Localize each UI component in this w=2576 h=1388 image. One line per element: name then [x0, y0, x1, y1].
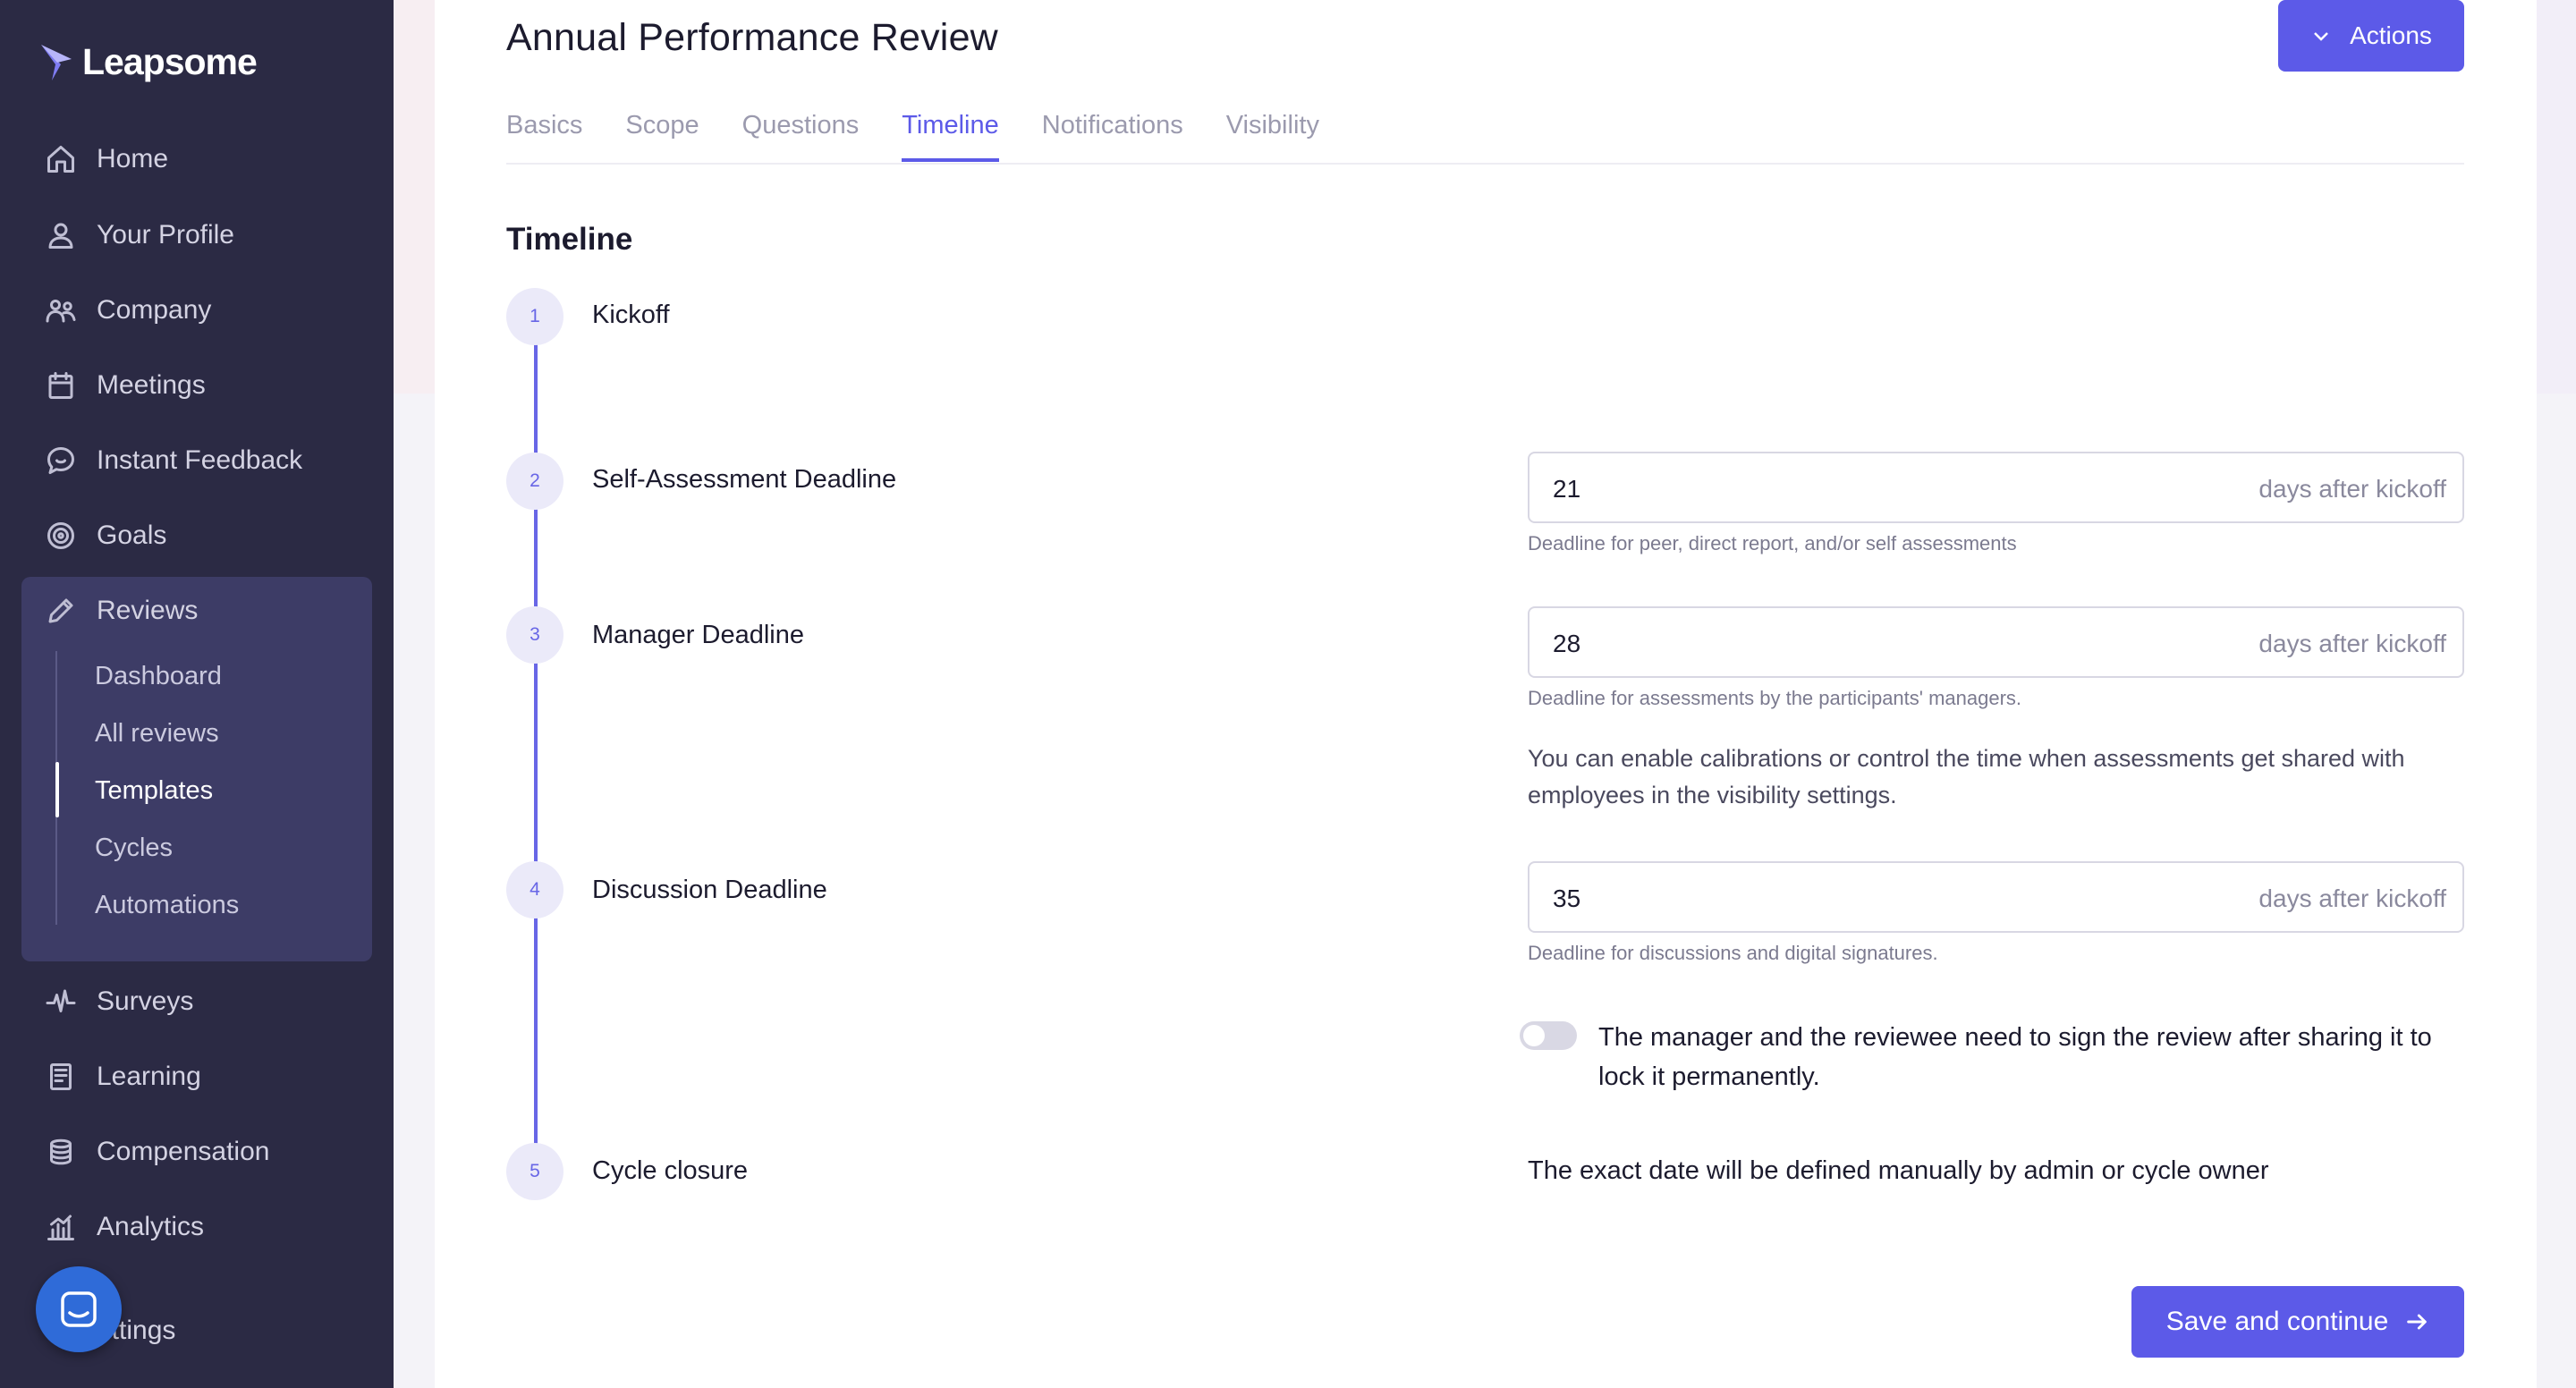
- sidebar-item-label: Company: [97, 295, 212, 325]
- discussion-days-input[interactable]: 35 days after kickoff: [1528, 861, 2464, 933]
- section-title: Timeline: [506, 222, 633, 257]
- brand-name: Leapsome: [82, 41, 258, 82]
- leapsome-bird-icon: [41, 44, 72, 80]
- tab-timeline[interactable]: Timeline: [902, 111, 999, 162]
- page-title: Annual Performance Review: [506, 16, 998, 59]
- sidebar-subitem-cycles[interactable]: Cycles: [95, 834, 173, 863]
- chart-icon: [47, 1214, 74, 1240]
- cycle-closure-note: The exact date will be defined manually …: [1528, 1156, 2269, 1185]
- timeline-connector: [534, 313, 538, 1172]
- actions-button-label: Actions: [2350, 21, 2432, 49]
- self-assessment-days-input[interactable]: 21 days after kickoff: [1528, 452, 2464, 523]
- sidebar-subitem-automations[interactable]: Automations: [95, 891, 239, 920]
- input-suffix: days after kickoff: [2258, 475, 2446, 503]
- manager-days-input[interactable]: 28 days after kickoff: [1528, 606, 2464, 678]
- sidebar-item-label: Learning: [97, 1062, 201, 1091]
- tab-scope[interactable]: Scope: [625, 111, 699, 162]
- pencil-icon: [48, 598, 73, 623]
- sidebar-item-label: Goals: [97, 520, 167, 550]
- coins-icon: [50, 1138, 72, 1165]
- save-and-continue-button[interactable]: Save and continue: [2131, 1286, 2464, 1358]
- chat-widget-icon: [61, 1291, 97, 1327]
- input-suffix: days after kickoff: [2258, 630, 2446, 657]
- sidebar-item-meetings[interactable]: Meetings: [45, 369, 206, 402]
- step-label-kickoff: Kickoff: [592, 300, 670, 329]
- step-number-badge: 4: [506, 861, 564, 918]
- sidebar-item-reviews[interactable]: Reviews: [45, 595, 198, 627]
- helper-text: Deadline for assessments by the particip…: [1528, 687, 2022, 709]
- sidebar-item-goals[interactable]: Goals: [45, 520, 166, 552]
- helper-text: Deadline for peer, direct report, and/or…: [1528, 532, 2017, 554]
- sidebar-item-label: Meetings: [97, 370, 206, 400]
- tab-visibility[interactable]: Visibility: [1226, 111, 1319, 162]
- brand-logo[interactable]: Leapsome: [39, 41, 258, 83]
- sidebar-item-learning[interactable]: Learning: [45, 1061, 201, 1093]
- sidebar-item-label: Reviews: [97, 596, 199, 625]
- target-icon: [47, 522, 74, 549]
- input-value: 21: [1553, 475, 1581, 503]
- sidebar-item-compensation[interactable]: Compensation: [45, 1136, 269, 1168]
- users-icon: [46, 300, 76, 323]
- step-label-self-assessment: Self-Assessment Deadline: [592, 465, 897, 494]
- submenu-active-indicator: [55, 762, 59, 817]
- step-label-cycle-closure: Cycle closure: [592, 1156, 749, 1185]
- arrow-right-icon: [2407, 1314, 2428, 1330]
- sidebar-subitem-templates[interactable]: Templates: [95, 776, 213, 806]
- step-label-discussion: Discussion Deadline: [592, 876, 827, 904]
- sidebar-item-company[interactable]: Company: [45, 294, 211, 326]
- tab-bar: Basics Scope Questions Timeline Notifica…: [506, 111, 1362, 162]
- sidebar: Leapsome Home Your Profile Company Meeti…: [0, 0, 394, 1388]
- tab-questions[interactable]: Questions: [742, 111, 860, 162]
- sidebar-item-label: Compensation: [97, 1137, 270, 1166]
- sidebar-item-label: Your Profile: [97, 220, 234, 250]
- tab-notifications[interactable]: Notifications: [1042, 111, 1183, 162]
- actions-button[interactable]: Actions: [2278, 0, 2464, 72]
- input-value: 35: [1553, 884, 1581, 912]
- save-button-label: Save and continue: [2165, 1307, 2389, 1336]
- calendar-icon: [48, 372, 73, 399]
- step-number-badge: 5: [506, 1143, 564, 1200]
- sidebar-item-home[interactable]: Home: [45, 143, 168, 175]
- helper-text: Deadline for discussions and digital sig…: [1528, 942, 1938, 964]
- visibility-note: You can enable calibrations or control t…: [1528, 745, 2405, 808]
- input-suffix: days after kickoff: [2258, 884, 2446, 912]
- sidebar-item-your-profile[interactable]: Your Profile: [45, 219, 234, 251]
- sidebar-item-label: Instant Feedback: [97, 445, 303, 475]
- tabs-divider: [506, 163, 2464, 165]
- sidebar-subitem-all-reviews[interactable]: All reviews: [95, 719, 219, 749]
- sign-review-toggle[interactable]: [1520, 1021, 1577, 1050]
- sidebar-item-label: Analytics: [97, 1212, 205, 1241]
- sign-review-toggle-label: The manager and the reviewee need to sig…: [1598, 1023, 2432, 1091]
- sidebar-item-analytics[interactable]: Analytics: [45, 1211, 204, 1243]
- book-icon: [50, 1063, 72, 1090]
- sidebar-item-surveys[interactable]: Surveys: [45, 986, 193, 1018]
- step-number-badge: 1: [506, 288, 564, 345]
- user-icon: [48, 223, 73, 249]
- step-number-badge: 3: [506, 606, 564, 664]
- sidebar-subitem-dashboard[interactable]: Dashboard: [95, 662, 222, 691]
- chat-icon: [47, 447, 74, 474]
- step-number-badge: 2: [506, 453, 564, 510]
- toggle-knob: [1523, 1025, 1545, 1046]
- pulse-icon: [46, 989, 76, 1012]
- support-chat-button[interactable]: [36, 1266, 122, 1352]
- step-label-manager: Manager Deadline: [592, 621, 804, 649]
- home-icon: [47, 146, 74, 173]
- input-value: 28: [1553, 630, 1581, 657]
- tab-basics[interactable]: Basics: [506, 111, 582, 162]
- sidebar-item-label: Home: [97, 144, 169, 174]
- sidebar-item-instant-feedback[interactable]: Instant Feedback: [45, 444, 302, 477]
- sidebar-item-label: Surveys: [97, 986, 194, 1016]
- chevron-down-icon: [2314, 32, 2328, 41]
